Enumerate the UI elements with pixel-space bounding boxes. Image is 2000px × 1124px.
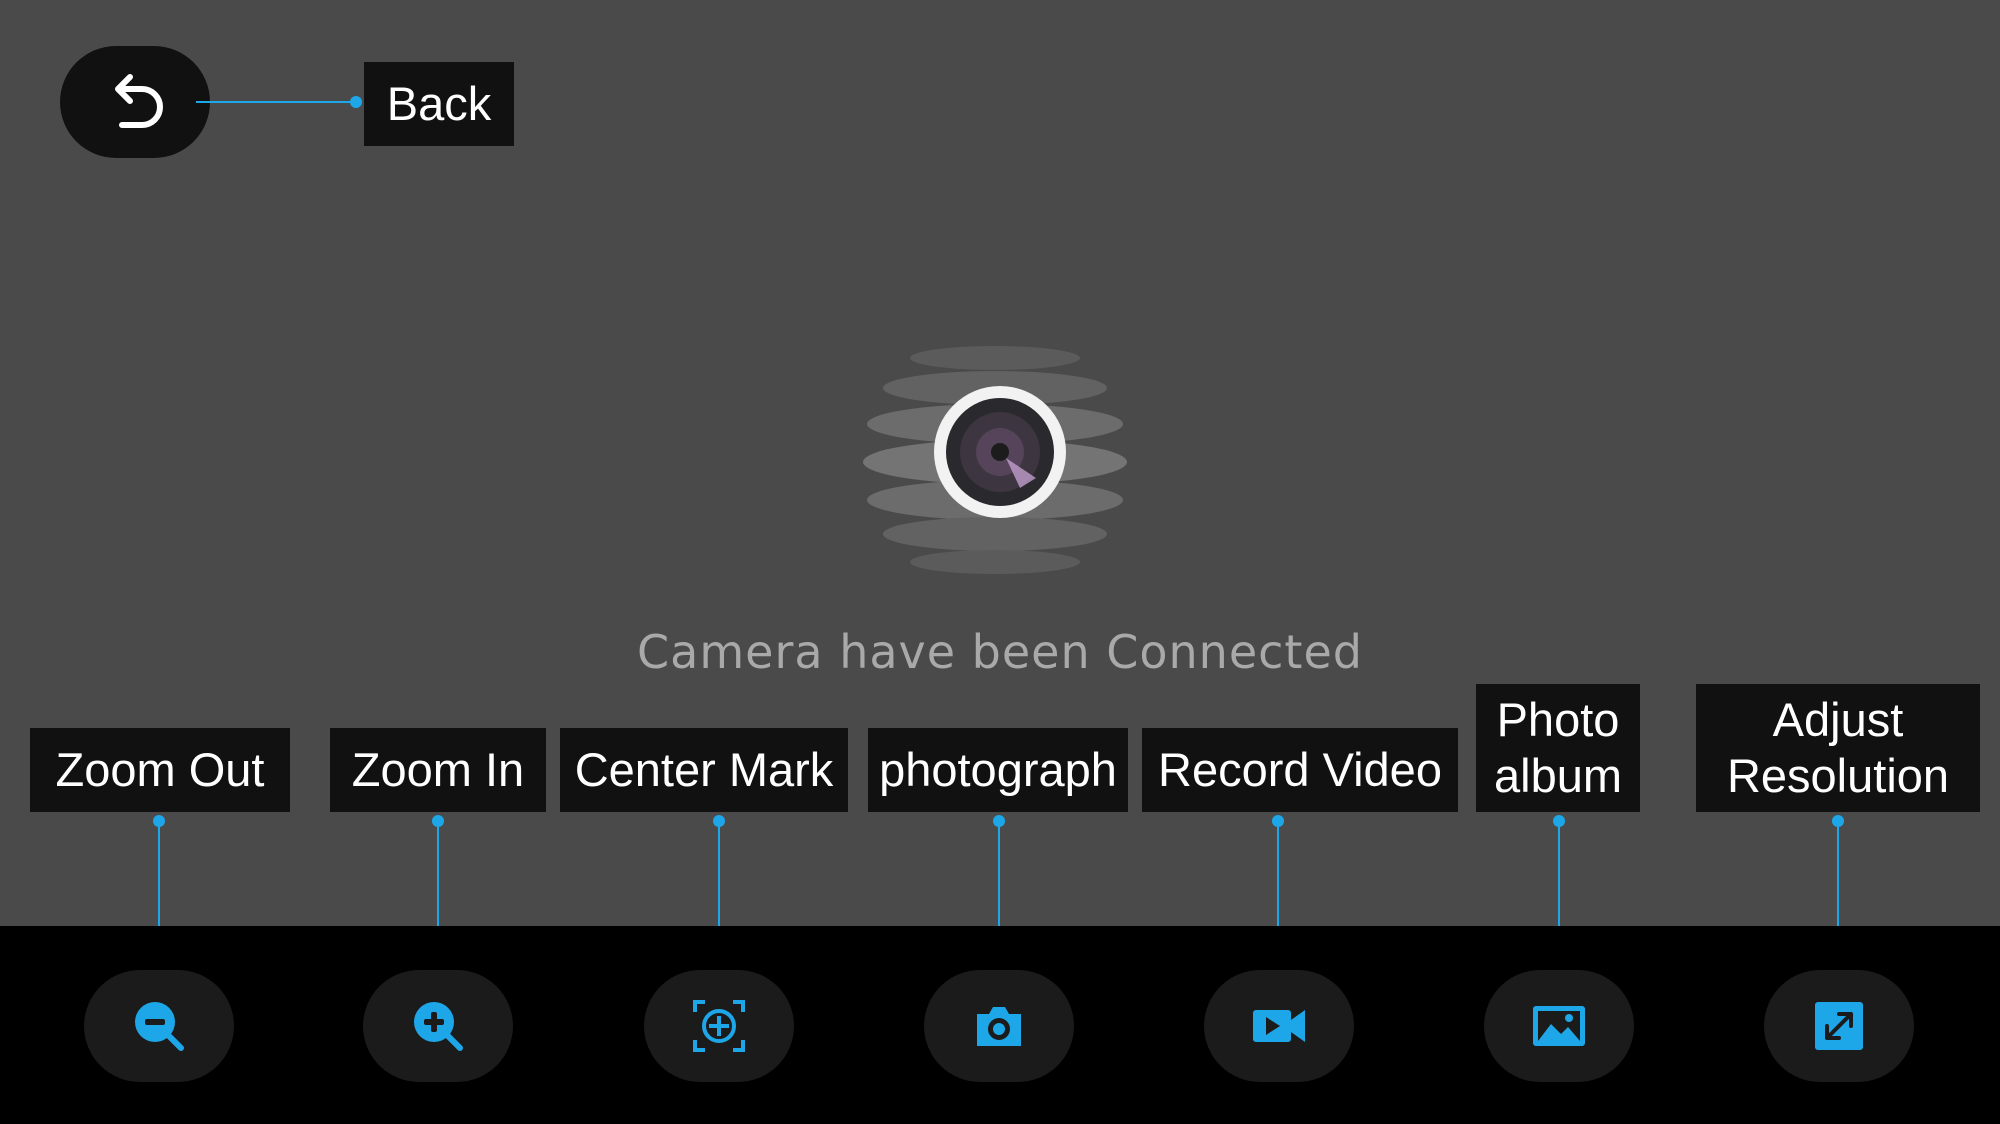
center-mark-icon <box>693 1000 745 1052</box>
photo-album-icon <box>1533 1006 1585 1046</box>
zoom-out-icon <box>135 1002 184 1051</box>
back-callout-dot <box>350 96 362 108</box>
adjust-resolution-callout-label: Adjust Resolution <box>1696 684 1980 812</box>
zoom-in-button[interactable] <box>363 970 513 1082</box>
record-video-callout-label: Record Video <box>1142 728 1458 812</box>
center-mark-callout-label: Center Mark <box>560 728 848 812</box>
video-icon <box>1253 1010 1305 1042</box>
back-callout-line <box>196 101 356 103</box>
adjust-resolution-button[interactable] <box>1764 970 1914 1082</box>
photograph-button[interactable] <box>924 970 1074 1082</box>
camera-status-text: Camera have been Connected <box>637 625 1363 679</box>
back-arrow-icon <box>115 74 163 128</box>
back-callout-label: Back <box>364 62 514 146</box>
photo-album-callout-label: Photo album <box>1476 684 1640 812</box>
back-button[interactable] <box>60 46 210 158</box>
camera-connected-graphic <box>863 346 1127 574</box>
zoom-in-callout-label: Zoom In <box>330 728 546 812</box>
record-video-button[interactable] <box>1204 970 1354 1082</box>
zoom-out-callout-label: Zoom Out <box>30 728 290 812</box>
zoom-out-button[interactable] <box>84 970 234 1082</box>
photograph-callout-label: photograph <box>868 728 1128 812</box>
photo-album-button[interactable] <box>1484 970 1634 1082</box>
zoom-in-icon <box>414 1002 463 1051</box>
camera-icon <box>977 1007 1021 1046</box>
center-mark-button[interactable] <box>644 970 794 1082</box>
resolution-icon <box>1815 1002 1863 1050</box>
